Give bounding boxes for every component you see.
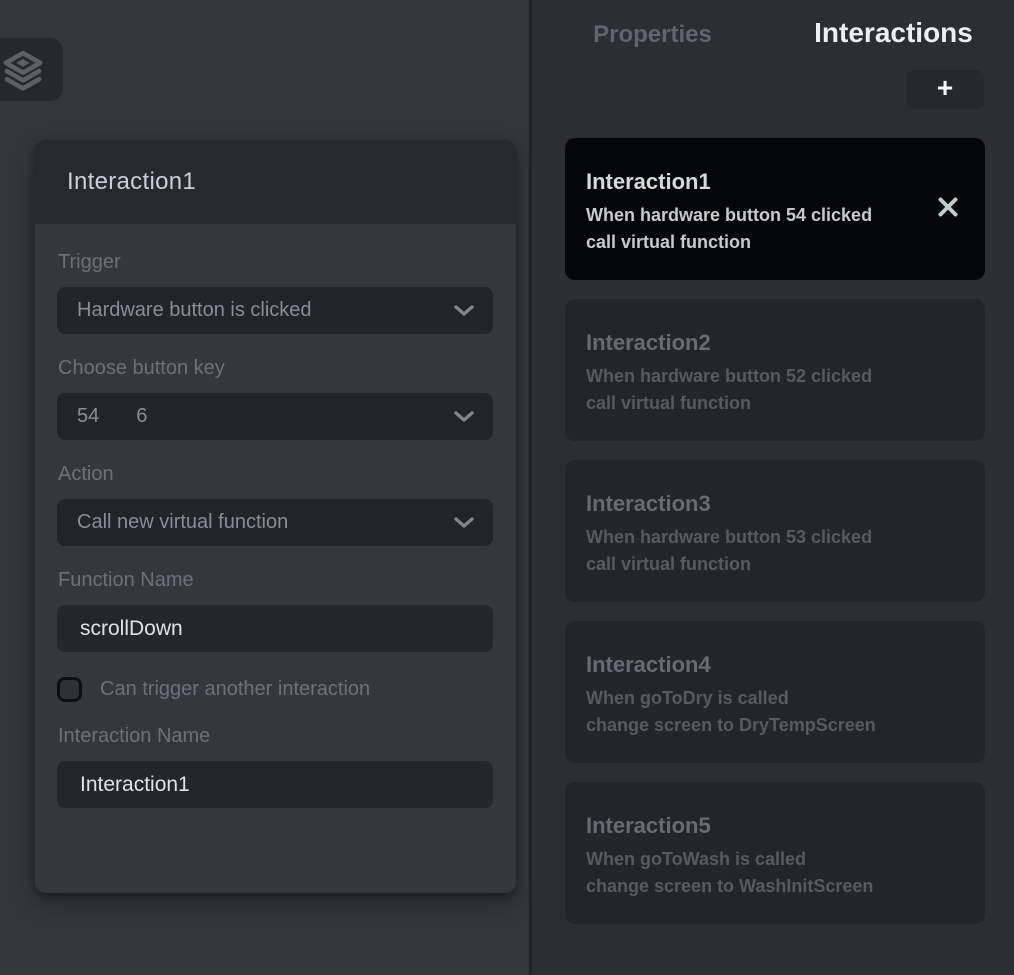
card-title: Interaction5	[586, 812, 961, 840]
interaction-card-4[interactable]: Interaction4 When goToDry is called chan…	[565, 621, 985, 763]
card-title: Interaction3	[586, 490, 961, 518]
chevron-down-icon	[452, 303, 476, 319]
add-interaction-button[interactable]: +	[906, 70, 984, 109]
card-description: When goToWash is called change screen to…	[586, 846, 961, 900]
tab-interactions[interactable]: Interactions	[773, 17, 1014, 49]
interaction-name-input[interactable]	[57, 761, 493, 808]
interaction-card-3[interactable]: Interaction3 When hardware button 53 cli…	[565, 460, 985, 602]
card-description-line2: call virtual function	[586, 390, 961, 417]
tab-properties[interactable]: Properties	[532, 21, 773, 49]
dialog-header: Interaction1	[35, 140, 516, 224]
dialog-body: Trigger Hardware button is clicked Choos…	[35, 224, 516, 893]
interaction-card-2[interactable]: Interaction2 When hardware button 52 cli…	[565, 299, 985, 441]
function-name-label: Function Name	[58, 569, 493, 592]
trigger-select-value: Hardware button is clicked	[77, 299, 312, 322]
dialog-title: Interaction1	[67, 168, 196, 196]
interaction-editor-dialog: Interaction1 Trigger Hardware button is …	[35, 140, 516, 893]
card-description-line2: change screen to DryTempScreen	[586, 712, 961, 739]
interaction-card-5[interactable]: Interaction5 When goToWash is called cha…	[565, 782, 985, 924]
card-description-line1: When hardware button 53 clicked	[586, 524, 961, 551]
card-title: Interaction1	[586, 168, 961, 196]
card-description: When hardware button 54 clicked call vir…	[586, 202, 961, 256]
add-row: +	[532, 49, 1014, 109]
button-key-value: 54	[77, 405, 99, 428]
action-select-value: Call new virtual function	[77, 511, 288, 534]
card-description: When hardware button 52 clicked call vir…	[586, 363, 961, 417]
interaction-card-1[interactable]: Interaction1 When hardware button 54 cli…	[565, 138, 985, 280]
trigger-label: Trigger	[58, 251, 493, 274]
card-description: When goToDry is called change screen to …	[586, 685, 961, 739]
inspector-pane: Properties Interactions + Interaction1 W…	[532, 0, 1014, 975]
plus-icon: +	[937, 74, 953, 102]
chain-checkbox-label: Can trigger another interaction	[100, 678, 370, 701]
card-description-line2: call virtual function	[586, 229, 961, 256]
function-name-input[interactable]	[57, 605, 493, 652]
button-key-select[interactable]: 54 6	[57, 393, 493, 440]
card-description-line1: When goToDry is called	[586, 685, 961, 712]
interaction-name-label: Interaction Name	[58, 725, 493, 748]
trigger-select[interactable]: Hardware button is clicked	[57, 287, 493, 334]
layers-stack-icon	[0, 47, 46, 93]
card-description-line2: change screen to WashInitScreen	[586, 873, 961, 900]
card-description-line2: call virtual function	[586, 551, 961, 578]
action-label: Action	[58, 463, 493, 486]
card-title: Interaction4	[586, 651, 961, 679]
inspector-tabs: Properties Interactions	[532, 0, 1014, 49]
interaction-list: Interaction1 When hardware button 54 cli…	[532, 138, 1014, 924]
app-window: Interaction1 Trigger Hardware button is …	[0, 0, 1014, 975]
button-key-label: Choose button key	[58, 357, 493, 380]
card-description-line1: When goToWash is called	[586, 846, 961, 873]
layers-button[interactable]	[0, 38, 63, 101]
chevron-down-icon	[452, 409, 476, 425]
button-key-secondary-value: 6	[136, 405, 147, 428]
card-title: Interaction2	[586, 329, 961, 357]
chain-checkbox-row: Can trigger another interaction	[57, 677, 493, 702]
card-description-line1: When hardware button 52 clicked	[586, 363, 961, 390]
close-icon[interactable]	[936, 195, 960, 224]
card-description-line1: When hardware button 54 clicked	[586, 202, 961, 229]
chevron-down-icon	[452, 515, 476, 531]
action-select[interactable]: Call new virtual function	[57, 499, 493, 546]
workspace-pane: Interaction1 Trigger Hardware button is …	[0, 0, 529, 975]
card-description: When hardware button 53 clicked call vir…	[586, 524, 961, 578]
chain-checkbox[interactable]	[57, 677, 82, 702]
